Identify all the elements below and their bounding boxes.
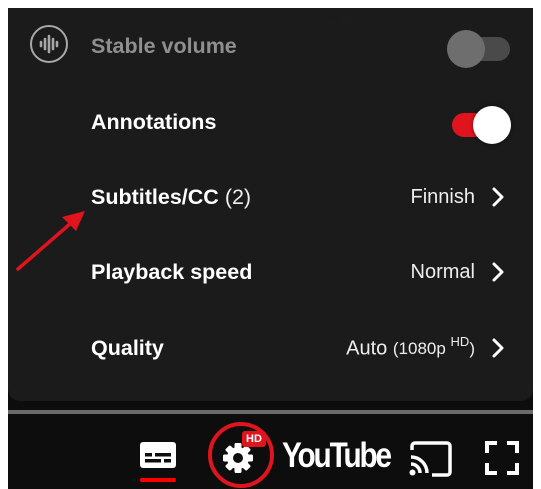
toggle-knob — [473, 106, 511, 144]
quality-detail: (1080p HD) — [392, 334, 475, 359]
menu-item-quality[interactable]: Quality Auto (1080p HD) — [8, 310, 533, 386]
quality-close-paren: ) — [469, 339, 475, 359]
captions-button[interactable] — [136, 436, 180, 482]
annotation-arrow — [16, 211, 85, 271]
quality-value: Auto (1080p HD) — [346, 334, 475, 361]
toggle-knob — [447, 30, 485, 68]
chevron-right-icon — [492, 187, 504, 207]
chevron-right-icon — [492, 262, 504, 282]
quality-hd-sup: HD — [450, 333, 470, 349]
menu-item-label: Stable volume — [91, 33, 237, 58]
fullscreen-icon — [485, 441, 519, 475]
captions-icon — [140, 442, 176, 468]
cast-icon — [409, 441, 452, 477]
hd-badge: HD — [242, 431, 266, 447]
menu-item-stable-volume[interactable]: Stable volume — [8, 8, 533, 84]
menu-item-annotations[interactable]: Annotations — [8, 84, 533, 160]
youtube-logo[interactable]: YouTube — [282, 436, 392, 476]
stable-volume-icon — [30, 25, 68, 63]
menu-item-label: Playback speed — [91, 259, 253, 284]
quality-resolution: (1080p — [392, 339, 446, 359]
quality-mode: Auto — [346, 337, 388, 360]
playback-speed-value: Normal — [410, 260, 475, 283]
menu-item-label: Quality — [91, 335, 164, 360]
menu-item-label: Subtitles/CC (2) — [91, 185, 251, 210]
captions-active-indicator — [140, 478, 176, 482]
annotations-toggle[interactable] — [447, 102, 513, 144]
settings-button[interactable]: HD — [216, 430, 268, 482]
subtitles-label: Subtitles/CC — [91, 184, 219, 209]
menu-item-label: Annotations — [91, 109, 217, 134]
fullscreen-button[interactable] — [484, 440, 520, 476]
chevron-right-icon — [492, 338, 504, 358]
player-controls: HD YouTube — [8, 414, 533, 489]
subtitles-count: (2) — [224, 184, 252, 209]
subtitles-value: Finnish — [410, 185, 475, 208]
cast-button[interactable] — [406, 438, 454, 480]
stable-volume-toggle[interactable] — [447, 26, 513, 68]
